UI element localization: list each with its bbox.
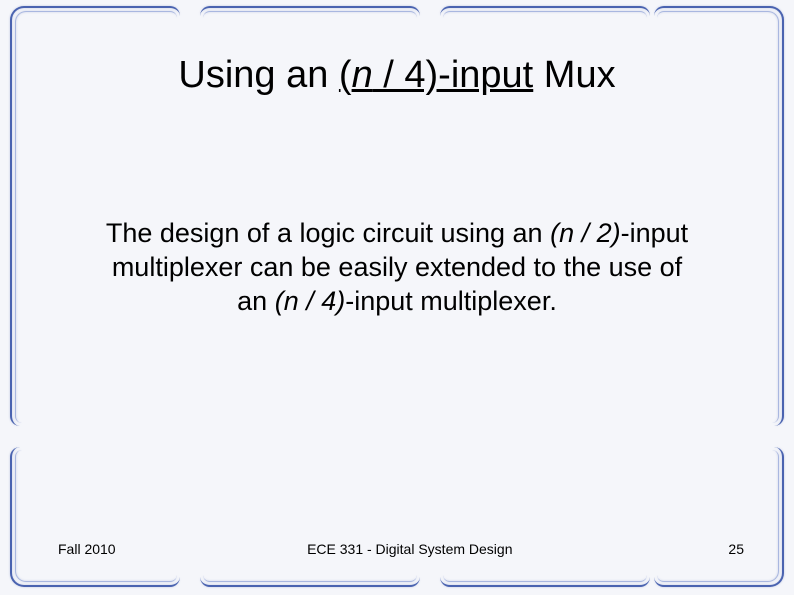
body-text: -input multiplexer. xyxy=(345,286,557,316)
slide-title: Using an (n / 4)-input Mux xyxy=(40,54,754,97)
body-line: multiplexer can be easily extended to th… xyxy=(46,251,748,285)
body-text: The design of a logic circuit using an xyxy=(106,218,550,248)
body-italic: (n / 2) xyxy=(550,218,621,248)
slide-footer: Fall 2010 ECE 331 - Digital System Desig… xyxy=(0,541,794,557)
body-line: an (n / 4)-input multiplexer. xyxy=(46,285,748,319)
footer-term: Fall 2010 xyxy=(58,541,116,557)
title-text: Mux xyxy=(533,54,615,96)
body-italic: (n / 4) xyxy=(275,286,346,316)
slide: Using an (n / 4)-input Mux The design of… xyxy=(0,0,794,595)
body-text: multiplexer can be easily extended to th… xyxy=(112,252,682,282)
body-line: The design of a logic circuit using an (… xyxy=(46,217,748,251)
title-underline-rest: / 4)-input xyxy=(373,54,534,96)
title-n-italic: n xyxy=(352,54,373,96)
title-text: Using an xyxy=(178,54,339,96)
footer-course: ECE 331 - Digital System Design xyxy=(116,541,704,557)
body-text: -input xyxy=(621,218,689,248)
footer-page-number: 25 xyxy=(704,541,744,557)
slide-body: The design of a logic circuit using an (… xyxy=(40,217,754,318)
title-underline-open: ( xyxy=(339,54,352,96)
body-text: an xyxy=(237,286,275,316)
